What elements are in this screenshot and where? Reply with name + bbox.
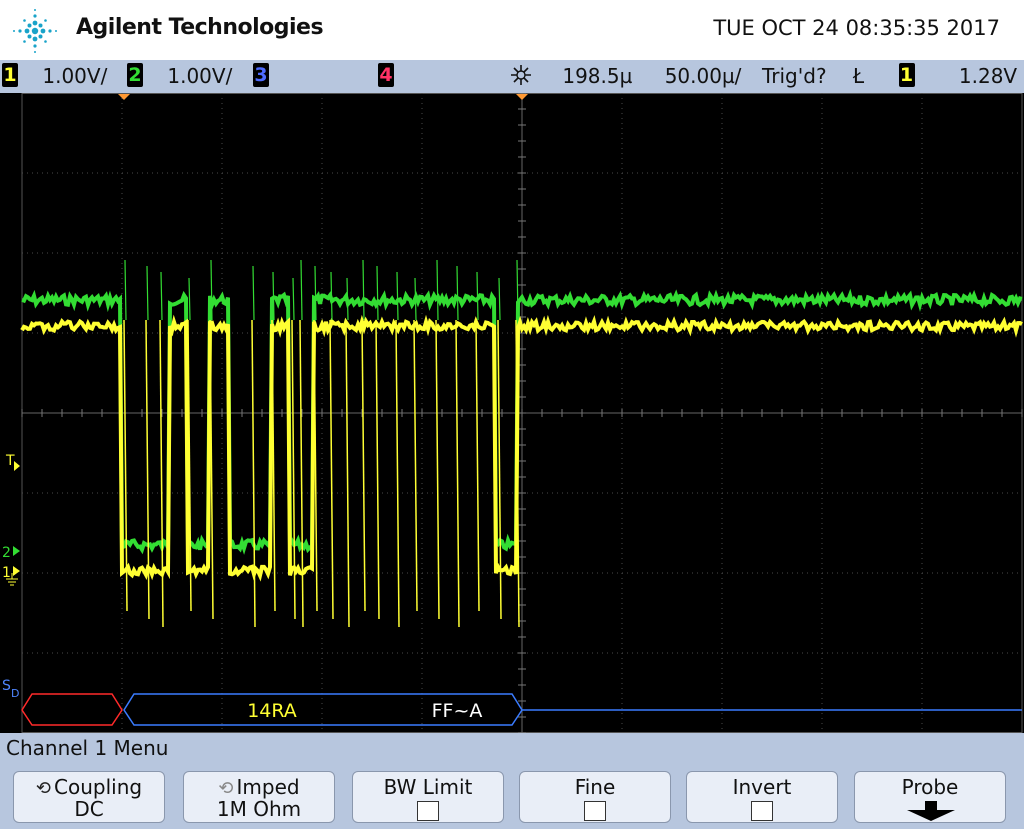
channel-2-edge: [498, 277, 501, 321]
knob-disabled-icon: ⟲: [218, 778, 234, 799]
channel-2-edge: [146, 265, 149, 321]
channel-1-edge: [413, 319, 418, 612]
coupling-label: Coupling: [54, 775, 143, 799]
time-scale: 50.00µ/: [664, 64, 742, 88]
impedance-button[interactable]: ⟲ Imped 1M Ohm: [183, 771, 335, 823]
trigger-status[interactable]: Trig'd? Ł 1 1.28V: [762, 63, 1017, 89]
channel-2-status[interactable]: 2 1.00V/: [127, 63, 232, 89]
invert-label: Invert: [732, 775, 792, 799]
channel-1-edge: [159, 319, 164, 628]
channel-1-edge: [435, 319, 440, 620]
trigger-state: Trig'd?: [762, 64, 827, 88]
status-bar: 1 1.00V/ 2 1.00V/ 3 4 198.5µ 50.00µ/ Tri…: [0, 60, 1024, 93]
bw-limit-checkbox: [417, 801, 439, 821]
channel-1-edge: [395, 319, 400, 628]
brand-name: Agilent Technologies: [76, 15, 324, 40]
decode-value-2: FF~A: [432, 700, 483, 722]
channel-1-edge: [345, 319, 350, 628]
trigger-slope-icon: Ł: [852, 64, 865, 88]
channel-1-scale: 1.00V/: [42, 64, 108, 88]
waveform-display[interactable]: T 2 1 S D 14RA FF~A: [0, 92, 1024, 734]
channel-1-edge: [329, 319, 334, 620]
time-reference-marker: [118, 94, 130, 100]
channel-3-badge: 3: [253, 63, 269, 87]
channel-1-edge: [299, 319, 304, 628]
invert-button[interactable]: Invert: [686, 771, 838, 823]
channel-2-edge: [436, 259, 439, 321]
channel-2-edge: [362, 259, 365, 321]
fine-label: Fine: [574, 775, 616, 799]
channel-2-edge: [376, 265, 379, 321]
horizontal-status[interactable]: 198.5µ 50.00µ/: [508, 63, 741, 89]
channel-2-scale: 1.00V/: [167, 64, 233, 88]
channel-1-edge: [455, 319, 460, 628]
channel-2-edge: [346, 277, 349, 321]
trigger-level-arrow: [14, 461, 20, 471]
channel-4-badge: 4: [378, 63, 394, 87]
date-time: TUE OCT 24 08:35:35 2017: [713, 16, 1000, 40]
channel-2-edge: [330, 271, 333, 321]
channel-2-edge: [476, 271, 479, 321]
trigger-level-marker: T: [5, 453, 15, 469]
channel-2-edge: [252, 265, 255, 321]
channel-4-status[interactable]: 4: [378, 63, 394, 89]
channel-2-badge: 2: [127, 63, 143, 87]
agilent-logo-icon: [13, 9, 57, 53]
channel-2-edge: [160, 271, 163, 321]
channel-1-edge: [251, 319, 256, 628]
channel-1-edge: [361, 319, 366, 612]
channel-1-badge: 1: [2, 63, 18, 87]
knob-icon: ⟲: [35, 778, 52, 799]
channel-3-status[interactable]: 3: [253, 63, 269, 89]
decode-error-frame: [21, 693, 123, 726]
submenu-arrow-icon: [907, 801, 955, 821]
serial-decode-label-sub: D: [11, 687, 19, 700]
channel-1-status[interactable]: 1 1.00V/: [2, 63, 107, 89]
channel-2-ground-arrow: [13, 546, 20, 556]
channel-1-edge: [475, 319, 480, 612]
probe-label: Probe: [901, 775, 959, 799]
channel-1-edge: [291, 319, 296, 620]
bw-limit-button[interactable]: BW Limit: [352, 771, 504, 823]
trigger-position-marker: [516, 94, 528, 100]
channel-2-edge: [300, 259, 303, 321]
coupling-value: DC: [74, 797, 104, 821]
serial-decode-label: S: [2, 678, 11, 694]
menu-title-bar: Channel 1 Menu: [0, 733, 1024, 763]
channel-2-edge: [456, 265, 459, 321]
invert-checkbox: [751, 801, 773, 821]
time-delay: 198.5µ: [562, 64, 633, 88]
fine-button[interactable]: Fine: [519, 771, 671, 823]
impedance-value: 1M Ohm: [216, 797, 302, 821]
menu-title: Channel 1 Menu: [6, 736, 169, 760]
channel-2-ground-marker: 2: [2, 545, 11, 561]
fine-checkbox: [584, 801, 606, 821]
graticule: T 2 1 S D 14RA FF~A: [2, 92, 1023, 734]
channel-2-edge: [124, 259, 127, 321]
coupling-button[interactable]: ⟲ Coupling DC: [13, 771, 165, 823]
trigger-source-badge: 1: [898, 63, 915, 87]
bw-limit-label: BW Limit: [383, 775, 473, 799]
horizontal-delay-icon: [511, 65, 531, 85]
impedance-label: Imped: [236, 775, 300, 799]
channel-1-edge: [375, 319, 380, 620]
softkey-bar: ⟲ Coupling DC ⟲ Imped 1M Ohm BW Limit Fine…: [0, 763, 1024, 829]
channel-1-ground-arrow: [13, 566, 20, 576]
channel-2-edge: [414, 277, 417, 321]
channel-2-edge: [396, 271, 399, 321]
decode-value-1: 14RA: [247, 700, 297, 722]
trigger-level: 1.28V: [958, 64, 1018, 88]
probe-button[interactable]: Probe: [854, 771, 1006, 823]
channel-2-edge: [292, 277, 295, 321]
header-bar: Agilent Technologies TUE OCT 24 08:35:35…: [0, 0, 1024, 60]
channel-1-edge: [497, 319, 502, 620]
channel-2-edge: [188, 277, 191, 321]
